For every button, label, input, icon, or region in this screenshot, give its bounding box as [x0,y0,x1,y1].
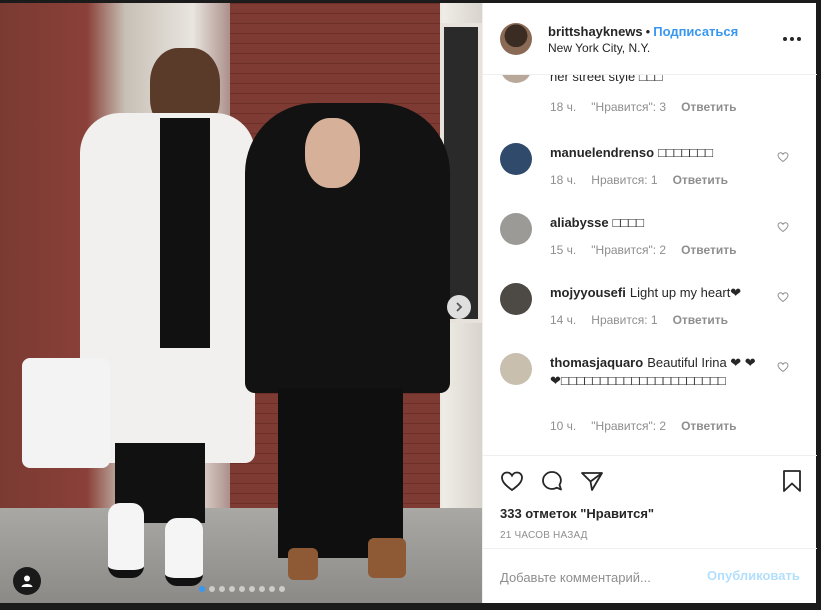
comment-text: mojyyousefi Light up my heart❤ [550,284,765,302]
commenter-avatar[interactable] [500,213,532,245]
bookmark-icon[interactable] [779,468,805,494]
black-top [160,118,210,348]
follow-button[interactable]: Подписаться [653,24,738,39]
comment-like-heart-icon[interactable] [777,291,789,303]
commenter-username[interactable]: aliabysse [550,215,609,230]
comment-like-heart-icon[interactable] [777,361,789,373]
carousel-dot [269,586,275,592]
comment-likes[interactable]: Нравится: 1 [591,313,657,327]
comment-body: □□□□ [612,215,644,230]
next-photo-button[interactable] [447,295,471,319]
share-icon[interactable] [579,468,605,494]
comment-likes[interactable]: "Нравится": 3 [591,100,666,114]
add-comment-section: Опубликовать [483,548,817,603]
user-tag-icon [21,575,33,587]
comment-age[interactable]: 14 ч. [550,313,576,327]
comment-body: Light up my heart❤ [629,285,742,300]
comment-like-heart-icon[interactable] [777,221,789,233]
comment-icon[interactable] [539,468,565,494]
white-boot-left [108,503,144,578]
brown-boot-left [288,548,318,580]
comment-likes[interactable]: "Нравится": 2 [591,243,666,257]
older-woman-face [305,118,360,188]
post-side-panel: brittshayknews • Подписаться New York City… [482,3,817,603]
commenter-avatar[interactable] [500,353,532,385]
commenter-username[interactable]: thomasjaquaro [550,355,643,370]
comment-likes[interactable]: Нравится: 1 [591,173,657,187]
carousel-indicator [199,586,285,592]
carousel-dot [279,586,285,592]
instagram-post-modal: brittshayknews • Подписаться New York City… [0,0,821,610]
comment-meta: 10 ч. "Нравится": 2 Ответить [550,419,752,433]
commenter-avatar[interactable] [500,143,532,175]
commenter-avatar[interactable] [500,283,532,315]
reply-button[interactable]: Ответить [673,173,728,187]
carousel-dot [199,586,205,592]
comments-list[interactable]: her street style □□□ 18 ч. "Нравится": 3 От… [483,75,817,455]
tagged-users-button[interactable] [13,567,41,595]
black-trousers [278,388,403,558]
post-location[interactable]: New York City, N.Y. [548,41,650,55]
comment-meta: 15 ч. "Нравится": 2 Ответить [550,243,752,257]
comment-text: thomasjaquaro Beautiful Irina ❤ ❤❤□□□□□□□… [550,354,765,390]
comment-age[interactable]: 18 ч. [550,173,576,187]
comment-meta: 18 ч. "Нравится": 3 Ответить [550,100,752,114]
post-actions: 333 отметок "Нравится" 21 ЧАСОВ НАЗАД [483,455,817,548]
comment-body: □□□□□□□ [658,145,713,160]
post-photo[interactable] [0,3,482,603]
white-handbag [22,358,110,468]
more-options-icon[interactable] [783,31,801,47]
separator-dot: • [645,24,651,39]
carousel-dot [209,586,215,592]
carousel-dot [259,586,265,592]
comment-text: her street style □□□ [550,75,765,86]
reply-button[interactable]: Ответить [681,243,736,257]
reply-button[interactable]: Ответить [673,313,728,327]
comment-meta: 18 ч. Нравится: 1 Ответить [550,173,743,187]
publish-button[interactable]: Опубликовать [707,568,800,583]
carousel-dot [229,586,235,592]
commenter-username[interactable]: manuelendrenso [550,145,654,160]
comment-text: aliabysse □□□□ [550,214,765,232]
post-time[interactable]: 21 ЧАСОВ НАЗАД [500,530,588,541]
commenter-avatar[interactable] [500,75,532,83]
chevron-right-icon [456,302,463,312]
comment-age[interactable]: 15 ч. [550,243,576,257]
author-avatar[interactable] [500,23,532,55]
comment-body: her street style □□□ [550,75,663,84]
reply-button[interactable]: Ответить [681,100,736,114]
commenter-username[interactable]: mojyyousefi [550,285,626,300]
heart-icon[interactable] [499,468,525,494]
comment-text: manuelendrenso □□□□□□□ [550,144,765,162]
author-username[interactable]: brittshayknews [548,24,643,39]
brown-boot-right [368,538,406,578]
comment-age[interactable]: 18 ч. [550,100,576,114]
carousel-dot [239,586,245,592]
comment-age[interactable]: 10 ч. [550,419,576,433]
reply-button[interactable]: Ответить [681,419,736,433]
comment-like-heart-icon[interactable] [777,151,789,163]
white-boot-right [165,518,203,586]
comment-likes[interactable]: "Нравится": 2 [591,419,666,433]
comment-input[interactable] [500,566,705,588]
post-header: brittshayknews • Подписаться New York City… [483,3,817,75]
author-line: brittshayknews • Подписаться [548,24,738,39]
carousel-dot [249,586,255,592]
likes-count[interactable]: 333 отметок "Нравится" [500,506,654,521]
comment-meta: 14 ч. Нравится: 1 Ответить [550,313,743,327]
carousel-dot [219,586,225,592]
